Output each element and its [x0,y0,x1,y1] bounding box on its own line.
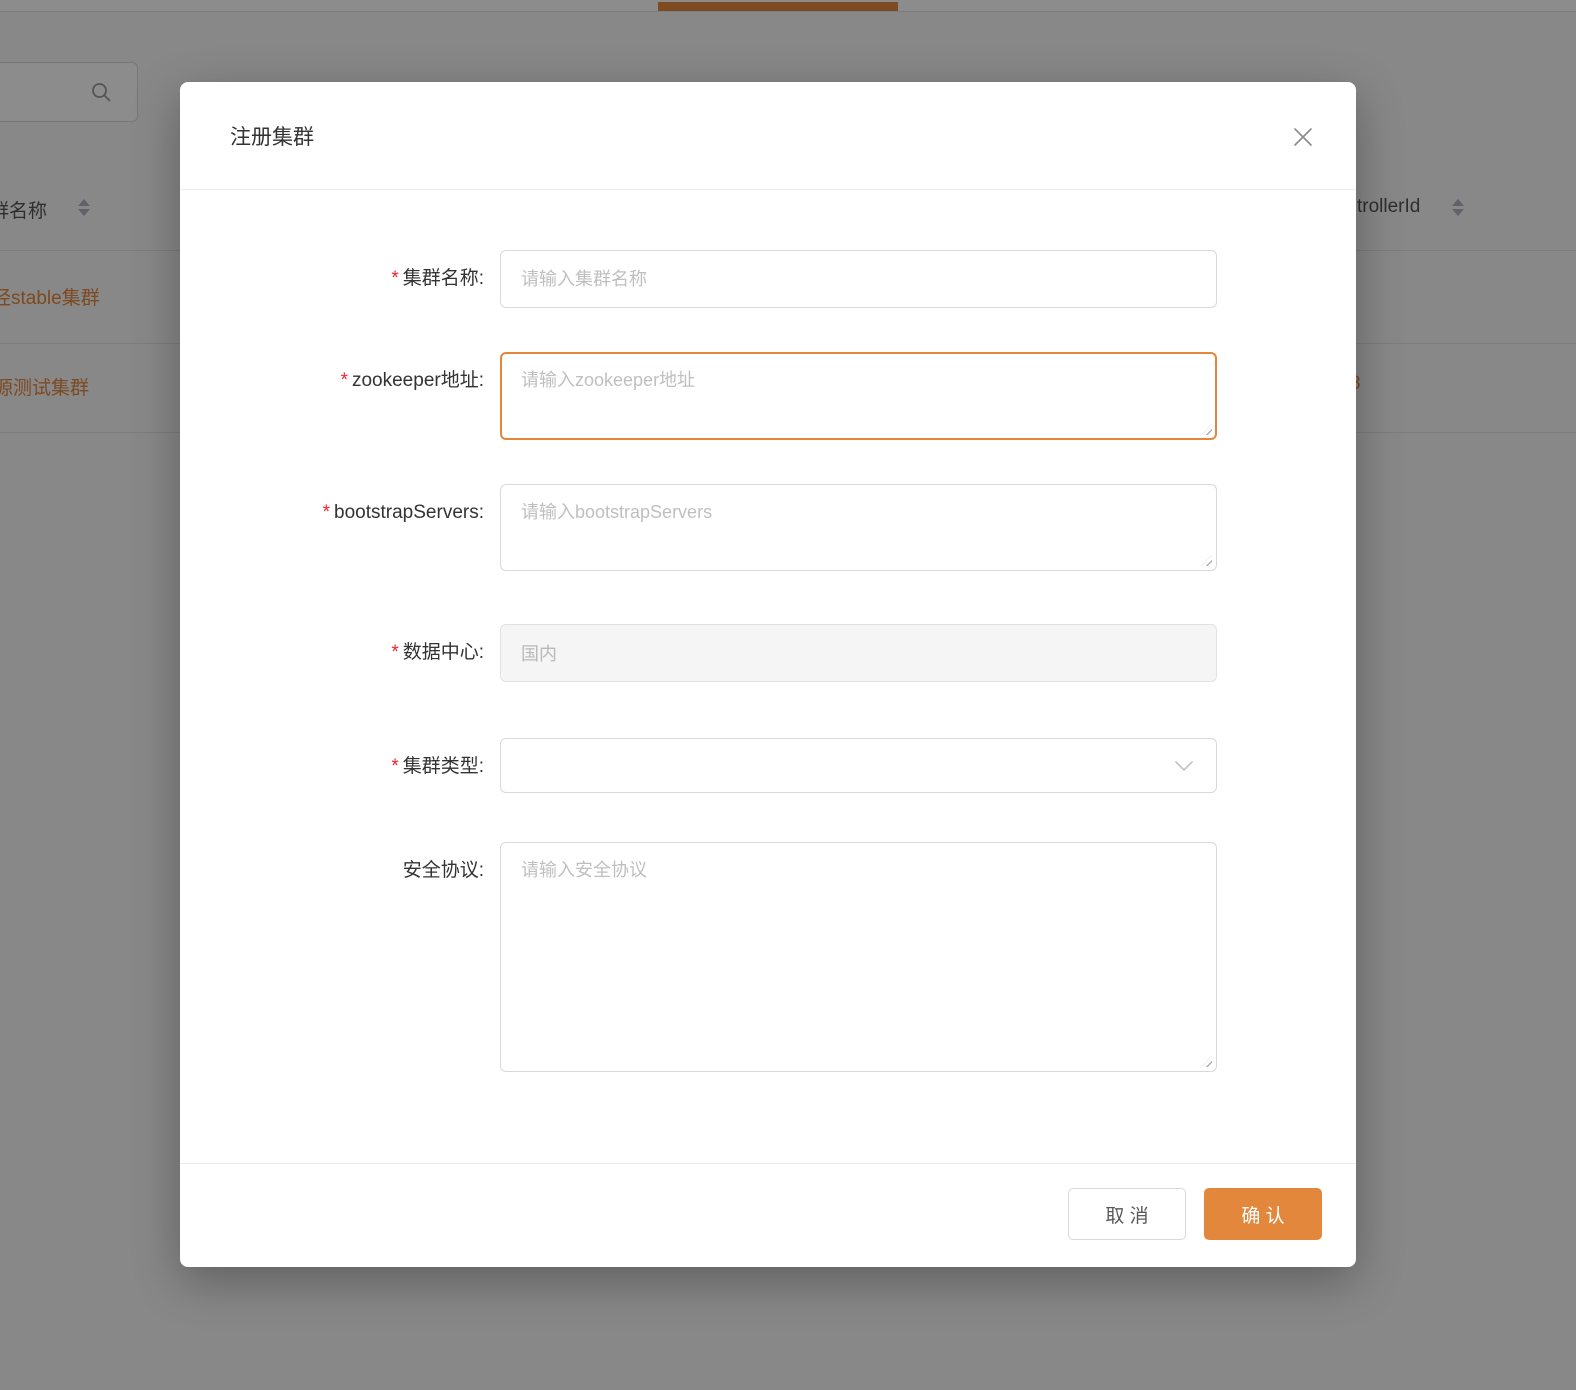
data-center-label: *数据中心: [180,624,500,682]
form-row-cluster-name: *集群名称: [180,250,1356,308]
zookeeper-address-control [500,352,1217,440]
form-row-bootstrap-servers: *bootstrapServers: [180,484,1356,571]
close-button[interactable] [1290,124,1316,150]
confirm-button[interactable]: 确 认 [1204,1188,1322,1240]
form-row-zookeeper-address: *zookeeper地址: [180,352,1356,440]
data-center-control [500,624,1217,682]
cluster-name-control [500,250,1217,308]
bootstrap-servers-textarea[interactable] [500,484,1217,571]
security-protocol-textarea[interactable] [500,842,1217,1072]
bootstrap-servers-control [500,484,1217,571]
bootstrap-servers-label-text: bootstrapServers: [334,502,484,523]
required-asterisk: * [391,642,398,663]
security-protocol-label-text: 安全协议: [403,860,484,881]
zookeeper-address-label-text: zookeeper地址: [352,370,484,391]
required-asterisk: * [391,756,398,777]
security-protocol-label: 安全协议: [180,842,500,900]
required-asterisk: * [323,502,330,523]
dialog-body: *集群名称: *zookeeper地址: *bootstrapServers: [180,190,1356,1163]
register-cluster-dialog: 注册集群 *集群名称: *zookeeper地址: [180,82,1356,1267]
cluster-name-label-text: 集群名称: [403,268,484,289]
cluster-type-control [500,738,1217,793]
close-icon [1292,126,1314,148]
dialog-footer: 取 消 确 认 [180,1163,1356,1267]
data-center-input [500,624,1217,682]
cluster-name-input[interactable] [500,250,1217,308]
dialog-header: 注册集群 [180,82,1356,190]
security-protocol-control [500,842,1217,1072]
cluster-type-label-text: 集群类型: [403,756,484,777]
cluster-type-label: *集群类型: [180,738,500,796]
form-row-security-protocol: 安全协议: [180,842,1356,1072]
zookeeper-address-textarea[interactable] [500,352,1217,440]
zookeeper-address-label: *zookeeper地址: [180,352,500,410]
form-row-data-center: *数据中心: [180,624,1356,682]
bootstrap-servers-label: *bootstrapServers: [180,484,500,542]
dialog-title: 注册集群 [230,121,314,151]
required-asterisk: * [391,268,398,289]
chevron-down-icon [1174,760,1194,772]
cancel-button[interactable]: 取 消 [1068,1188,1186,1240]
cluster-name-label: *集群名称: [180,250,500,308]
form-row-cluster-type: *集群类型: [180,738,1356,796]
cluster-type-select[interactable] [500,738,1217,793]
required-asterisk: * [341,370,348,391]
data-center-label-text: 数据中心: [403,642,484,663]
